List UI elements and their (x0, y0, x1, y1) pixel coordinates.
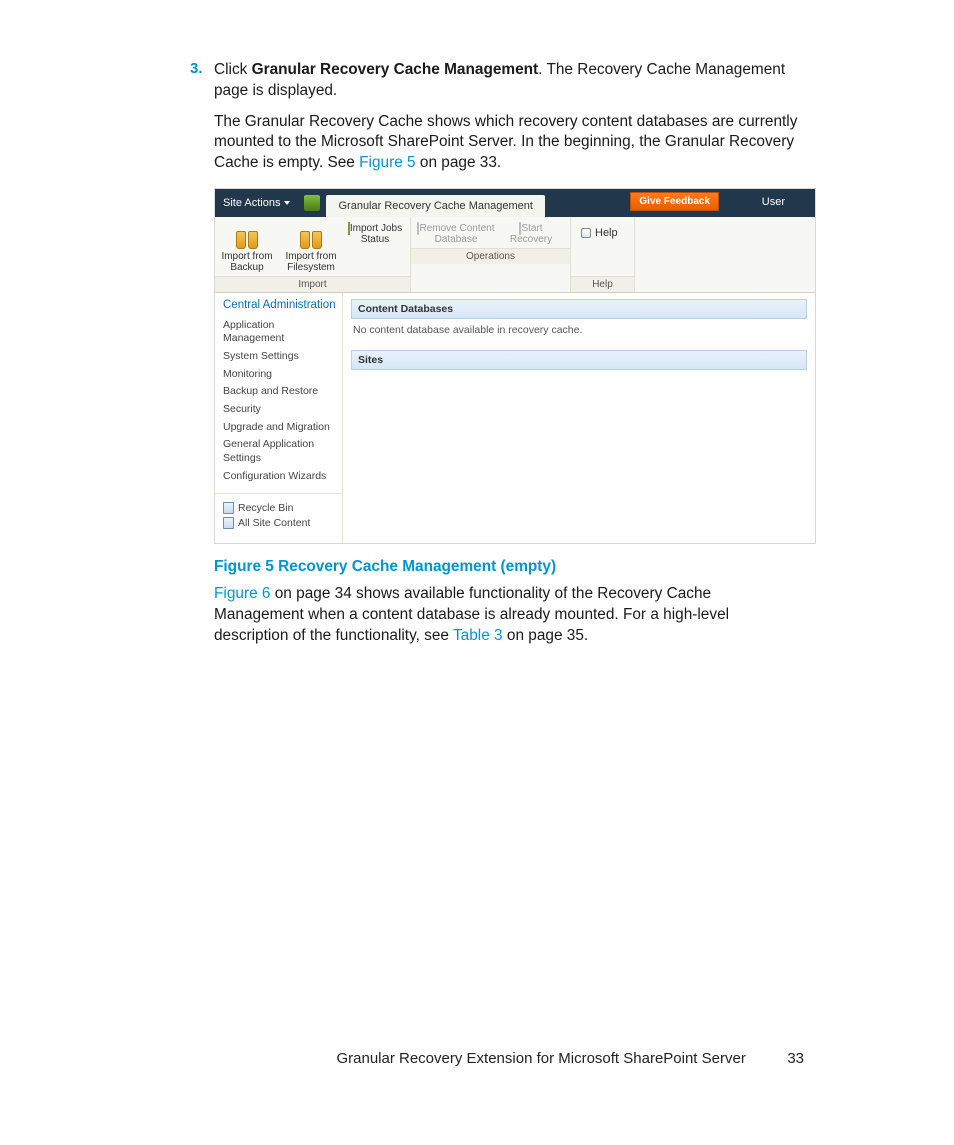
btn-l1: Import Jobs (350, 223, 402, 234)
chevron-down-icon (284, 201, 290, 205)
start-recovery-button[interactable]: Start Recovery (501, 221, 561, 248)
p2-post: on page 33. (416, 154, 502, 171)
btn-l2: Backup (230, 262, 263, 273)
ribbon-group-operations: Remove Content Database Start Recovery O… (411, 217, 571, 292)
btn-l2: Database (435, 234, 478, 245)
btn-l2: Status (361, 234, 389, 245)
p2-pre: The Granular Recovery Cache shows which … (214, 113, 797, 172)
btn-l1: Import from (221, 251, 272, 262)
section-header-sites: Sites (351, 350, 807, 370)
help-button[interactable]: Help (581, 227, 623, 239)
document-icon (348, 222, 350, 235)
sidebar-item-config-wizards[interactable]: Configuration Wizards (223, 470, 336, 484)
sidebar-item-system-settings[interactable]: System Settings (223, 350, 336, 364)
sidebar-item-monitoring[interactable]: Monitoring (223, 368, 336, 382)
ribbon-tab-cache-management[interactable]: Granular Recovery Cache Management (326, 195, 544, 217)
paragraph-1: Click Granular Recovery Cache Management… (214, 60, 804, 102)
sidebar-item-backup-restore[interactable]: Backup and Restore (223, 385, 336, 399)
page-footer: Granular Recovery Extension for Microsof… (190, 1050, 804, 1067)
ribbon: Import from Backup Import from Filesyste… (215, 217, 815, 293)
paragraph-2: The Granular Recovery Cache shows which … (214, 112, 804, 174)
btn-l1: Start (521, 223, 542, 234)
p1-pre: Click (214, 61, 252, 78)
user-menu[interactable]: User (762, 196, 785, 208)
sidebar-recycle-bin-label: Recycle Bin (238, 502, 293, 514)
footer-title: Granular Recovery Extension for Microsof… (336, 1050, 745, 1067)
p3-post: on page 35. (503, 627, 589, 644)
btn-l2: Recovery (510, 234, 552, 245)
site-actions-menu[interactable]: Site Actions (215, 189, 298, 217)
section-header-content-databases: Content Databases (351, 299, 807, 319)
figure-5-caption: Figure 5 Recovery Cache Management (empt… (214, 558, 804, 576)
help-label: Help (595, 227, 618, 239)
ribbon-group-help: Help Help (571, 217, 635, 292)
remove-content-database-button[interactable]: Remove Content Database (411, 221, 501, 248)
figure-6-link[interactable]: Figure 6 (214, 585, 270, 602)
p1-bold: Granular Recovery Cache Management (252, 61, 539, 78)
site-actions-label: Site Actions (223, 197, 280, 209)
navigate-up-icon[interactable] (304, 195, 320, 211)
sidebar-separator (215, 493, 342, 494)
site-content-icon (223, 517, 234, 529)
btn-l1: Remove Content (419, 223, 494, 234)
database-icon (231, 223, 263, 249)
sidebar-item-application-management[interactable]: Application Management (223, 319, 336, 346)
btn-l2: Filesystem (287, 262, 335, 273)
screenshot-body: Central Administration Application Manag… (215, 293, 815, 543)
recycle-bin-icon (223, 502, 234, 514)
sidebar-heading-central-admin[interactable]: Central Administration (223, 299, 336, 313)
sidebar-all-site-content-label: All Site Content (238, 517, 310, 529)
btn-l1: Import from (285, 251, 336, 262)
database-icon (295, 223, 327, 249)
sidebar-recycle-bin[interactable]: Recycle Bin (223, 502, 336, 514)
ribbon-group-import: Import from Backup Import from Filesyste… (215, 217, 411, 292)
import-from-filesystem-button[interactable]: Import from Filesystem (279, 221, 343, 276)
paragraph-3: Figure 6 on page 34 shows available func… (214, 584, 804, 646)
table-3-link[interactable]: Table 3 (453, 627, 503, 644)
help-icon (581, 228, 591, 238)
list-number: 3. (190, 60, 203, 77)
screenshot-figure: Site Actions Granular Recovery Cache Man… (214, 188, 816, 544)
sidebar-item-upgrade-migration[interactable]: Upgrade and Migration (223, 421, 336, 435)
ribbon-group-label-help: Help (571, 276, 634, 292)
ribbon-group-label-import: Import (215, 276, 410, 292)
sidebar-item-security[interactable]: Security (223, 403, 336, 417)
figure-5-link[interactable]: Figure 5 (359, 154, 415, 171)
import-jobs-status-button[interactable]: Import Jobs Status (343, 221, 407, 276)
quicklaunch-sidebar: Central Administration Application Manag… (215, 293, 343, 543)
main-content-area: Content Databases No content database av… (343, 293, 815, 543)
sidebar-item-general-app-settings[interactable]: General Application Settings (223, 438, 336, 465)
content-databases-empty-message: No content database available in recover… (351, 322, 807, 350)
give-feedback-button[interactable]: Give Feedback (630, 192, 719, 211)
ribbon-group-label-operations: Operations (411, 248, 570, 264)
page-number: 33 (768, 1050, 804, 1067)
sidebar-all-site-content[interactable]: All Site Content (223, 517, 336, 529)
import-from-backup-button[interactable]: Import from Backup (215, 221, 279, 276)
sharepoint-topbar: Site Actions Granular Recovery Cache Man… (215, 189, 815, 217)
